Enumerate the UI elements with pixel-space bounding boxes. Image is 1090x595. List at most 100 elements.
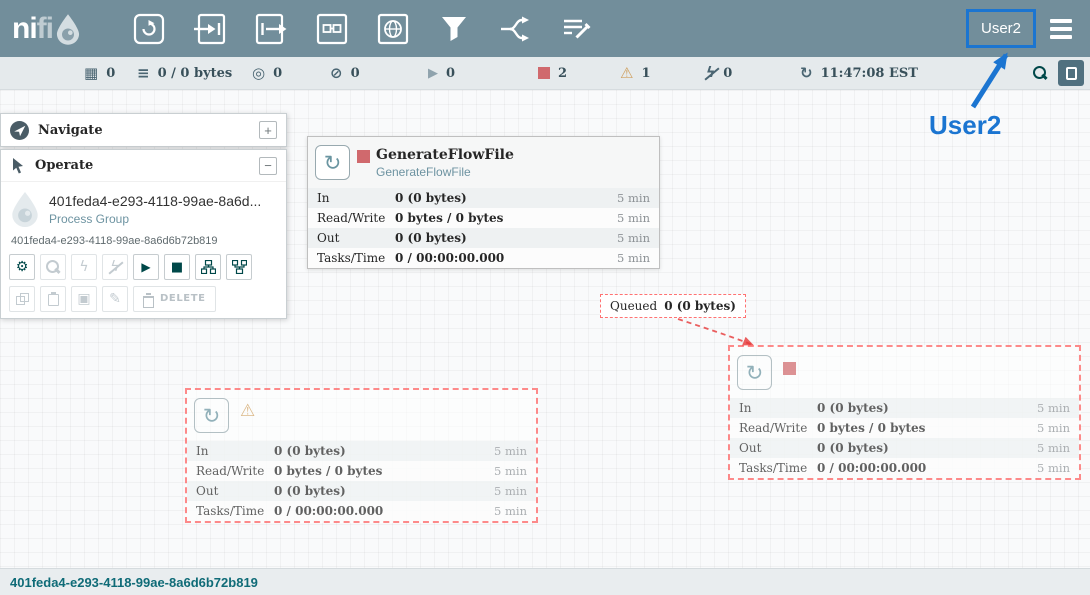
stat-value: 0 (0 bytes): [395, 191, 617, 205]
remote-process-group-icon: [376, 12, 410, 46]
stat-window: 5 min: [1037, 421, 1070, 435]
stat-value: 0 (0 bytes): [817, 401, 1037, 415]
operate-collapse-button[interactable]: −: [259, 157, 277, 175]
stat-label: Read/Write: [196, 464, 274, 478]
stop-button[interactable]: ■: [164, 254, 190, 280]
running-stat: ▶ 0: [428, 57, 455, 89]
stopped-count: 2: [558, 66, 567, 81]
process-group-tool[interactable]: [315, 12, 349, 46]
input-port-icon: [193, 12, 227, 46]
invalid-stat: ⚠ 1: [620, 57, 651, 89]
stop-icon: ■: [171, 261, 183, 274]
stat-window: 5 min: [1037, 401, 1070, 415]
stat-row: In 0 (0 bytes) 5 min: [187, 441, 536, 461]
processor-icon: ↻: [194, 398, 229, 433]
search-icon[interactable]: [1033, 66, 1047, 80]
group-button[interactable]: ▣: [71, 286, 97, 312]
stat-window: 5 min: [494, 504, 527, 518]
stat-row: Tasks/Time 0 / 00:00:00.000 5 min: [730, 458, 1079, 478]
processor-generateflowfile[interactable]: ↻ GenerateFlowFile GenerateFlowFile In 0…: [307, 136, 660, 269]
breadcrumb-bar: 401feda4-e293-4118-99ae-8a6d6b72b819: [0, 568, 1090, 595]
stat-row: Out 0 (0 bytes) 5 min: [187, 481, 536, 501]
input-port-tool[interactable]: [193, 12, 227, 46]
enable-button[interactable]: ϟ: [71, 254, 97, 280]
start-button[interactable]: ▶: [133, 254, 159, 280]
delete-button-label: DELETE: [160, 294, 206, 304]
stat-row: Out 0 (0 bytes) 5 min: [730, 438, 1079, 458]
flow-status-bar: ▦ 0 ≡ 0 / 0 bytes ◎ 0 ⊘ 0 ▶ 0 2 ⚠ 1 ϟ 0 …: [0, 57, 1090, 90]
transmitting-icon: ◎: [252, 66, 265, 81]
processor-titles: GenerateFlowFile GenerateFlowFile: [376, 147, 514, 179]
selection-text: 401feda4-e293-4118-99ae-8a6d... Process …: [49, 193, 261, 226]
funnel-tool[interactable]: [437, 12, 471, 46]
queued-list-icon: ≡: [137, 66, 150, 81]
stat-row: Read/Write 0 bytes / 0 bytes 5 min: [730, 418, 1079, 438]
menu-bar: [1050, 35, 1072, 39]
navigate-expand-button[interactable]: +: [259, 121, 277, 139]
processor-status: [783, 362, 796, 375]
not-transmitting-count: 0: [351, 66, 360, 81]
threads-grid-icon: ▦: [84, 66, 98, 81]
global-menu-button[interactable]: [1046, 15, 1076, 43]
operate-panel: Operate − 401feda4-e293-4118-99ae-8a6d..…: [0, 149, 287, 319]
create-template-icon: [232, 260, 247, 274]
output-port-icon: [254, 12, 288, 46]
nifi-logo: nifi: [12, 12, 116, 46]
processor-status: [357, 150, 370, 163]
stat-window: 5 min: [617, 191, 650, 205]
warning-icon: ⚠: [240, 401, 255, 421]
ghost-processor-stopped[interactable]: ↻ In 0 (0 bytes) 5 min Read/Write 0 byte…: [728, 345, 1081, 480]
stat-row: Tasks/Time 0 / 00:00:00.000 5 min: [308, 248, 659, 268]
stat-value: 0 / 00:00:00.000: [274, 504, 494, 518]
warning-icon: ⚠: [620, 64, 633, 82]
stat-value: 0 (0 bytes): [817, 441, 1037, 455]
settings-button[interactable]: ⚙: [9, 254, 35, 280]
stopped-stat: 2: [538, 57, 567, 89]
create-template-button[interactable]: [226, 254, 252, 280]
fill-color-button[interactable]: ✎: [102, 286, 128, 312]
processor-tool[interactable]: [132, 12, 166, 46]
stat-row: In 0 (0 bytes) 5 min: [730, 398, 1079, 418]
transmitting-count: 0: [273, 66, 282, 81]
queued-stat: ≡ 0 / 0 bytes: [137, 57, 232, 89]
panel-toggle-button[interactable]: [1058, 60, 1084, 86]
stat-label: Out: [739, 441, 817, 455]
remote-process-group-tool[interactable]: [376, 12, 410, 46]
template-tool[interactable]: [498, 12, 532, 46]
gear-icon: ⚙: [16, 260, 29, 274]
app-header: nifi: [0, 0, 1090, 57]
stat-label: Tasks/Time: [739, 461, 817, 475]
upload-template-button[interactable]: [195, 254, 221, 280]
operate-panel-header: Operate −: [1, 150, 286, 182]
stat-label: Out: [317, 231, 395, 245]
connection-queue-label[interactable]: Queued 0 (0 bytes): [600, 294, 746, 318]
queue-label-value: 0 (0 bytes): [664, 299, 736, 313]
stat-row: Out 0 (0 bytes) 5 min: [308, 228, 659, 248]
paste-button[interactable]: [40, 286, 66, 312]
flow-canvas[interactable]: Navigate + Operate − 401feda4-e293-4118-…: [0, 90, 1090, 568]
stat-row: Read/Write 0 bytes / 0 bytes 5 min: [308, 208, 659, 228]
stat-value: 0 / 00:00:00.000: [817, 461, 1037, 475]
brush-icon: ✎: [109, 292, 121, 306]
navigate-panel-title: Navigate: [38, 123, 250, 138]
logo-text-fi: fi: [37, 12, 53, 46]
stat-row: In 0 (0 bytes) 5 min: [308, 188, 659, 208]
operate-button-row-2: ▣ ✎ DELETE: [1, 286, 286, 312]
disable-button[interactable]: ϟ: [102, 254, 128, 280]
stopped-icon: [783, 362, 796, 375]
group-icon: ▣: [77, 292, 90, 306]
output-port-tool[interactable]: [254, 12, 288, 46]
refresh-icon[interactable]: ↻: [800, 66, 813, 81]
stat-label: Tasks/Time: [317, 251, 395, 265]
stat-value: 0 bytes / 0 bytes: [395, 211, 617, 225]
ghost-processor-invalid[interactable]: ↻ ⚠ In 0 (0 bytes) 5 min Read/Write 0 by…: [185, 388, 538, 523]
menu-bar: [1050, 19, 1072, 23]
copy-button[interactable]: [9, 286, 35, 312]
label-tool[interactable]: [559, 12, 593, 46]
stopped-icon: [538, 67, 550, 79]
delete-button[interactable]: DELETE: [133, 286, 216, 312]
search-button[interactable]: [40, 254, 66, 280]
processor-icon: ↻: [737, 355, 772, 390]
selection-name: 401feda4-e293-4118-99ae-8a6d...: [49, 193, 261, 209]
processor-body: ↻ GenerateFlowFile GenerateFlowFile In 0…: [308, 137, 659, 268]
